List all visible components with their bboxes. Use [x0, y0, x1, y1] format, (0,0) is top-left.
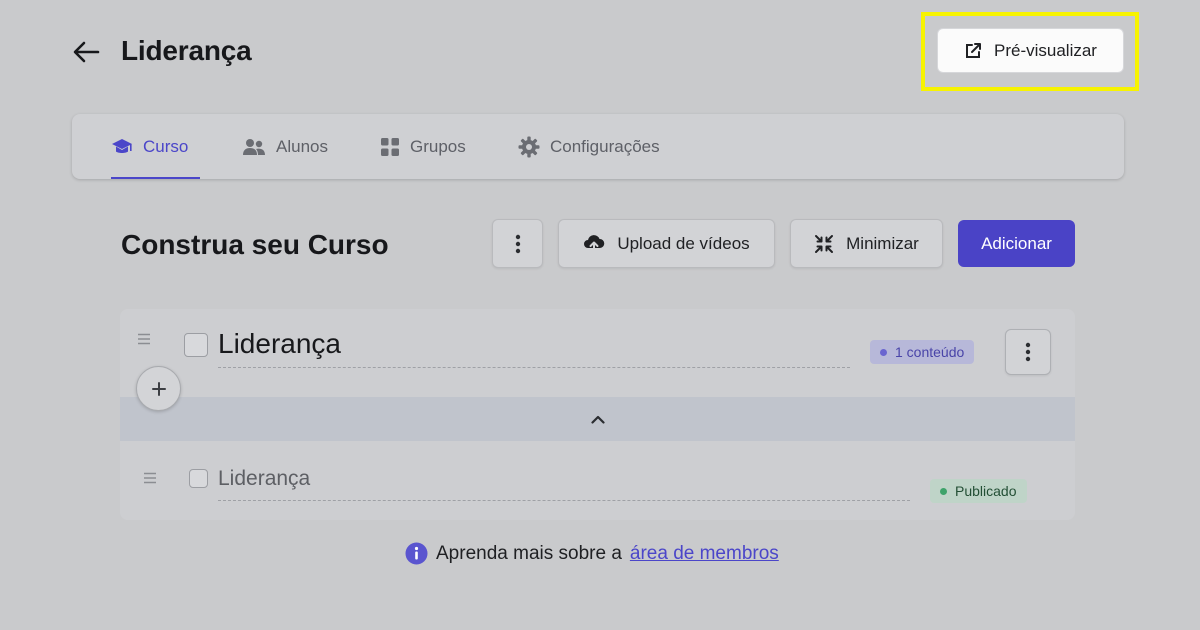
external-link-icon: [966, 42, 981, 58]
section-title: Construa seu Curso: [121, 229, 389, 260]
module-header: Liderança 1 conteúdo: [120, 309, 1075, 397]
page-title: Liderança: [121, 35, 252, 66]
module-card: Liderança 1 conteúdo Liderança Publicado: [120, 309, 1075, 520]
minimize-button[interactable]: Minimizar: [790, 219, 943, 268]
preview-button[interactable]: Pré-visualizar: [937, 28, 1124, 73]
preview-button-label: Pré-visualizar: [994, 40, 1097, 60]
lesson-row: Liderança Publicado: [120, 441, 1075, 520]
chevron-up-icon: [590, 415, 605, 424]
plus-icon: [151, 381, 166, 396]
more-options-button[interactable]: [492, 219, 543, 268]
module-title-input[interactable]: Liderança: [218, 328, 850, 368]
tab-configuracoes[interactable]: Configurações: [518, 114, 660, 179]
tab-curso-label: Curso: [143, 136, 189, 156]
badge-dot: [940, 487, 947, 495]
info-line: Aprenda mais sobre a área de membros: [405, 542, 779, 565]
tabs-bar: Curso Alunos Grupos Configurações: [72, 114, 1124, 179]
tab-grupos-label: Grupos: [410, 136, 466, 156]
tab-grupos[interactable]: Grupos: [380, 114, 466, 179]
kebab-menu-icon: [515, 234, 520, 253]
gear-icon: [518, 136, 540, 157]
info-text: Aprenda mais sobre a: [436, 542, 622, 564]
arrow-left-icon: [73, 41, 100, 63]
collapse-toggle[interactable]: [120, 397, 1075, 441]
tab-alunos-label: Alunos: [276, 136, 328, 156]
module-menu-button[interactable]: [1005, 329, 1051, 375]
info-icon: [405, 542, 428, 565]
members-area-link[interactable]: área de membros: [630, 543, 779, 565]
grid-icon: [381, 137, 399, 156]
published-label: Publicado: [955, 483, 1017, 499]
minimize-label: Minimizar: [846, 233, 919, 253]
content-count-badge: 1 conteúdo: [870, 340, 975, 364]
minimize-arrows-icon: [815, 234, 834, 253]
published-badge: Publicado: [930, 479, 1027, 503]
badge-dot: [880, 348, 887, 356]
upload-videos-button[interactable]: Upload de vídeos: [558, 219, 775, 268]
lesson-title-input[interactable]: Liderança: [218, 467, 910, 501]
cloud-upload-icon: [584, 234, 605, 254]
lesson-checkbox[interactable]: [189, 469, 208, 488]
add-content-button[interactable]: [136, 366, 181, 411]
module-checkbox[interactable]: [184, 333, 208, 357]
users-icon: [243, 138, 265, 155]
add-button[interactable]: Adicionar: [958, 220, 1075, 267]
kebab-menu-icon: [1025, 342, 1031, 362]
graduation-cap-icon: [112, 138, 132, 153]
content-count-label: 1 conteúdo: [895, 344, 965, 360]
tab-configuracoes-label: Configurações: [550, 136, 660, 156]
upload-videos-label: Upload de vídeos: [617, 233, 750, 253]
drag-handle-icon[interactable]: [137, 333, 151, 345]
back-button[interactable]: [70, 36, 102, 68]
tab-alunos[interactable]: Alunos: [242, 114, 328, 179]
tab-curso[interactable]: Curso: [111, 114, 200, 179]
drag-handle-icon[interactable]: [143, 472, 157, 484]
